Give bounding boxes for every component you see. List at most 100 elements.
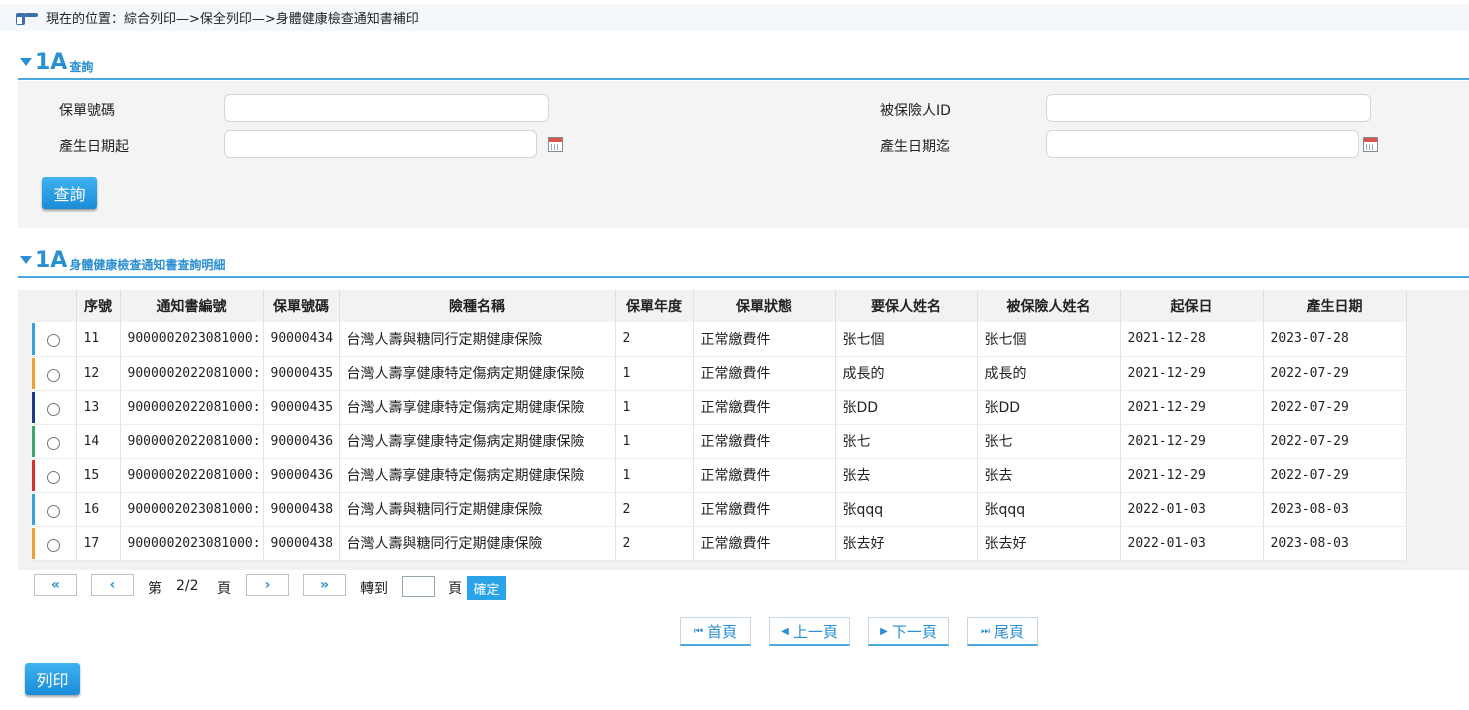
insured-id-input[interactable] [1046,94,1371,122]
cell-start-date: 2021-12-29 [1120,458,1264,493]
policy-no-input[interactable] [224,94,549,122]
cell-status: 正常繳費件 [693,492,836,527]
nav-next-button[interactable]: ▶ 下一頁 [868,617,949,646]
first-page-button[interactable]: « [34,574,77,596]
query-button[interactable]: 查詢 [42,177,97,209]
column-header[interactable]: 產生日期 [1263,290,1407,322]
cell-start-date: 2021-12-29 [1120,356,1264,391]
page-prefix: 第 [148,581,162,597]
column-header[interactable]: 險種名稱 [339,290,616,322]
cell-product: 台灣人壽享健康特定傷病定期健康保險 [339,390,616,425]
row-radio-button[interactable] [47,334,61,348]
print-button[interactable]: 列印 [25,663,80,695]
cell-insured: 张去好 [977,526,1121,561]
next-page-button[interactable]: › [246,574,289,596]
row-color-stripe [32,527,35,559]
column-header[interactable]: 保單年度 [615,290,694,322]
cell-notice-no: 9000002022081000: [120,356,264,391]
cell-seq: 17 [76,526,121,561]
cell-created: 2022-07-29 [1263,458,1407,493]
date-from-label: 產生日期起 [59,139,129,155]
cell-product: 台灣人壽享健康特定傷病定期健康保險 [339,458,616,493]
cell-created: 2023-07-28 [1263,322,1407,357]
cell-insured: 张七 [977,424,1121,459]
cell-year: 2 [615,526,694,561]
table-row[interactable]: 12 9000002022081000: 90000435 台灣人壽享健康特定傷病定期… [32,356,1407,391]
goto-label: 轉到 [360,581,388,597]
row-color-stripe [32,323,35,355]
date-to-input[interactable] [1046,130,1359,158]
goto-confirm-button[interactable]: 確定 [467,576,506,600]
row-select-cell [32,356,77,391]
cell-applicant: 张去好 [835,526,978,561]
page-suffix: 頁 [217,581,231,597]
row-color-stripe [32,391,35,423]
cell-notice-no: 9000002022081000: [120,424,264,459]
table-row[interactable]: 16 9000002023081000: 90000438 台灣人壽與糖同行定期健康保… [32,492,1407,527]
row-radio-button[interactable] [47,436,61,450]
table-row[interactable]: 17 9000002023081000: 90000438 台灣人壽與糖同行定期健康保… [32,526,1407,561]
row-select-cell [32,322,77,357]
row-color-stripe [32,425,35,457]
row-color-stripe [32,459,35,491]
last-page-button[interactable]: » [303,574,346,596]
goto-page-input[interactable] [402,576,435,597]
table-row[interactable]: 11 9000002023081000: 90000434 台灣人壽與糖同行定期健康保… [32,322,1407,357]
cell-year: 1 [615,424,694,459]
nav-last-button[interactable]: ⏭ 尾頁 [967,617,1038,646]
column-header[interactable]: 被保險人姓名 [977,290,1121,322]
cell-policy-no: 90000436 [263,458,340,493]
cell-seq: 15 [76,458,121,493]
table-row[interactable]: 13 9000002022081000: 90000435 台灣人壽享健康特定傷病定期… [32,390,1407,425]
column-header[interactable]: 通知書編號 [120,290,264,322]
nav-first-button[interactable]: ⏮ 首頁 [680,617,751,646]
table-row[interactable]: 15 9000002022081000: 90000436 台灣人壽享健康特定傷病定期… [32,458,1407,493]
cell-year: 1 [615,390,694,425]
row-select-cell [32,458,77,493]
cell-year: 1 [615,356,694,391]
cell-product: 台灣人壽享健康特定傷病定期健康保險 [339,424,616,459]
nav-prev-label: 上一頁 [792,622,838,641]
cell-applicant: 成長的 [835,356,978,391]
cell-seq: 11 [76,322,121,357]
column-header[interactable]: 起保日 [1120,290,1264,322]
cell-start-date: 2021-12-29 [1120,390,1264,425]
date-from-input[interactable] [224,130,537,158]
row-color-stripe [32,493,35,525]
cell-applicant: 张去 [835,458,978,493]
policy-no-label: 保單號碼 [59,103,115,119]
cell-notice-no: 9000002023081000: [120,322,264,357]
table-header-row: 序號 通知書編號 保單號碼 險種名稱 保單年度 保單狀態 要保人姓名 被保險人姓… [32,290,1407,322]
cell-created: 2022-07-29 [1263,356,1407,391]
calendar-icon[interactable] [1363,137,1378,152]
row-radio-button[interactable] [47,368,61,382]
cell-status: 正常繳費件 [693,356,836,391]
result-section-badge: 1A [35,248,68,273]
cell-product: 台灣人壽與糖同行定期健康保險 [339,492,616,527]
column-header[interactable]: 保單號碼 [263,290,340,322]
row-select-cell [32,390,77,425]
nav-prev-button[interactable]: ◀ 上一頁 [769,617,850,646]
calendar-icon[interactable] [548,137,563,152]
column-header[interactable]: 序號 [76,290,121,322]
row-color-stripe [32,357,35,389]
column-header[interactable]: 保單狀態 [693,290,836,322]
cell-created: 2023-08-03 [1263,492,1407,527]
prev-page-button[interactable]: ‹ [91,574,134,596]
collapse-triangle-icon[interactable] [20,58,32,66]
nav-first-label: 首頁 [706,622,737,641]
row-radio-button[interactable] [47,402,61,416]
cell-seq: 14 [76,424,121,459]
cell-insured: 张DD [977,390,1121,425]
cell-insured: 张去 [977,458,1121,493]
row-radio-button[interactable] [47,538,61,552]
table-row[interactable]: 14 9000002022081000: 90000436 台灣人壽享健康特定傷病定期… [32,424,1407,459]
row-radio-button[interactable] [47,504,61,518]
cell-seq: 16 [76,492,121,527]
column-header[interactable]: 要保人姓名 [835,290,978,322]
nav-last-label: 尾頁 [993,622,1024,641]
query-section-header: 1A 查詢 [18,52,1469,80]
breadcrumb-text: 現在的位置：綜合列印—>保全列印—>身體健康檢查通知書補印 [46,12,419,27]
row-radio-button[interactable] [47,470,61,484]
collapse-triangle-icon[interactable] [20,256,32,264]
